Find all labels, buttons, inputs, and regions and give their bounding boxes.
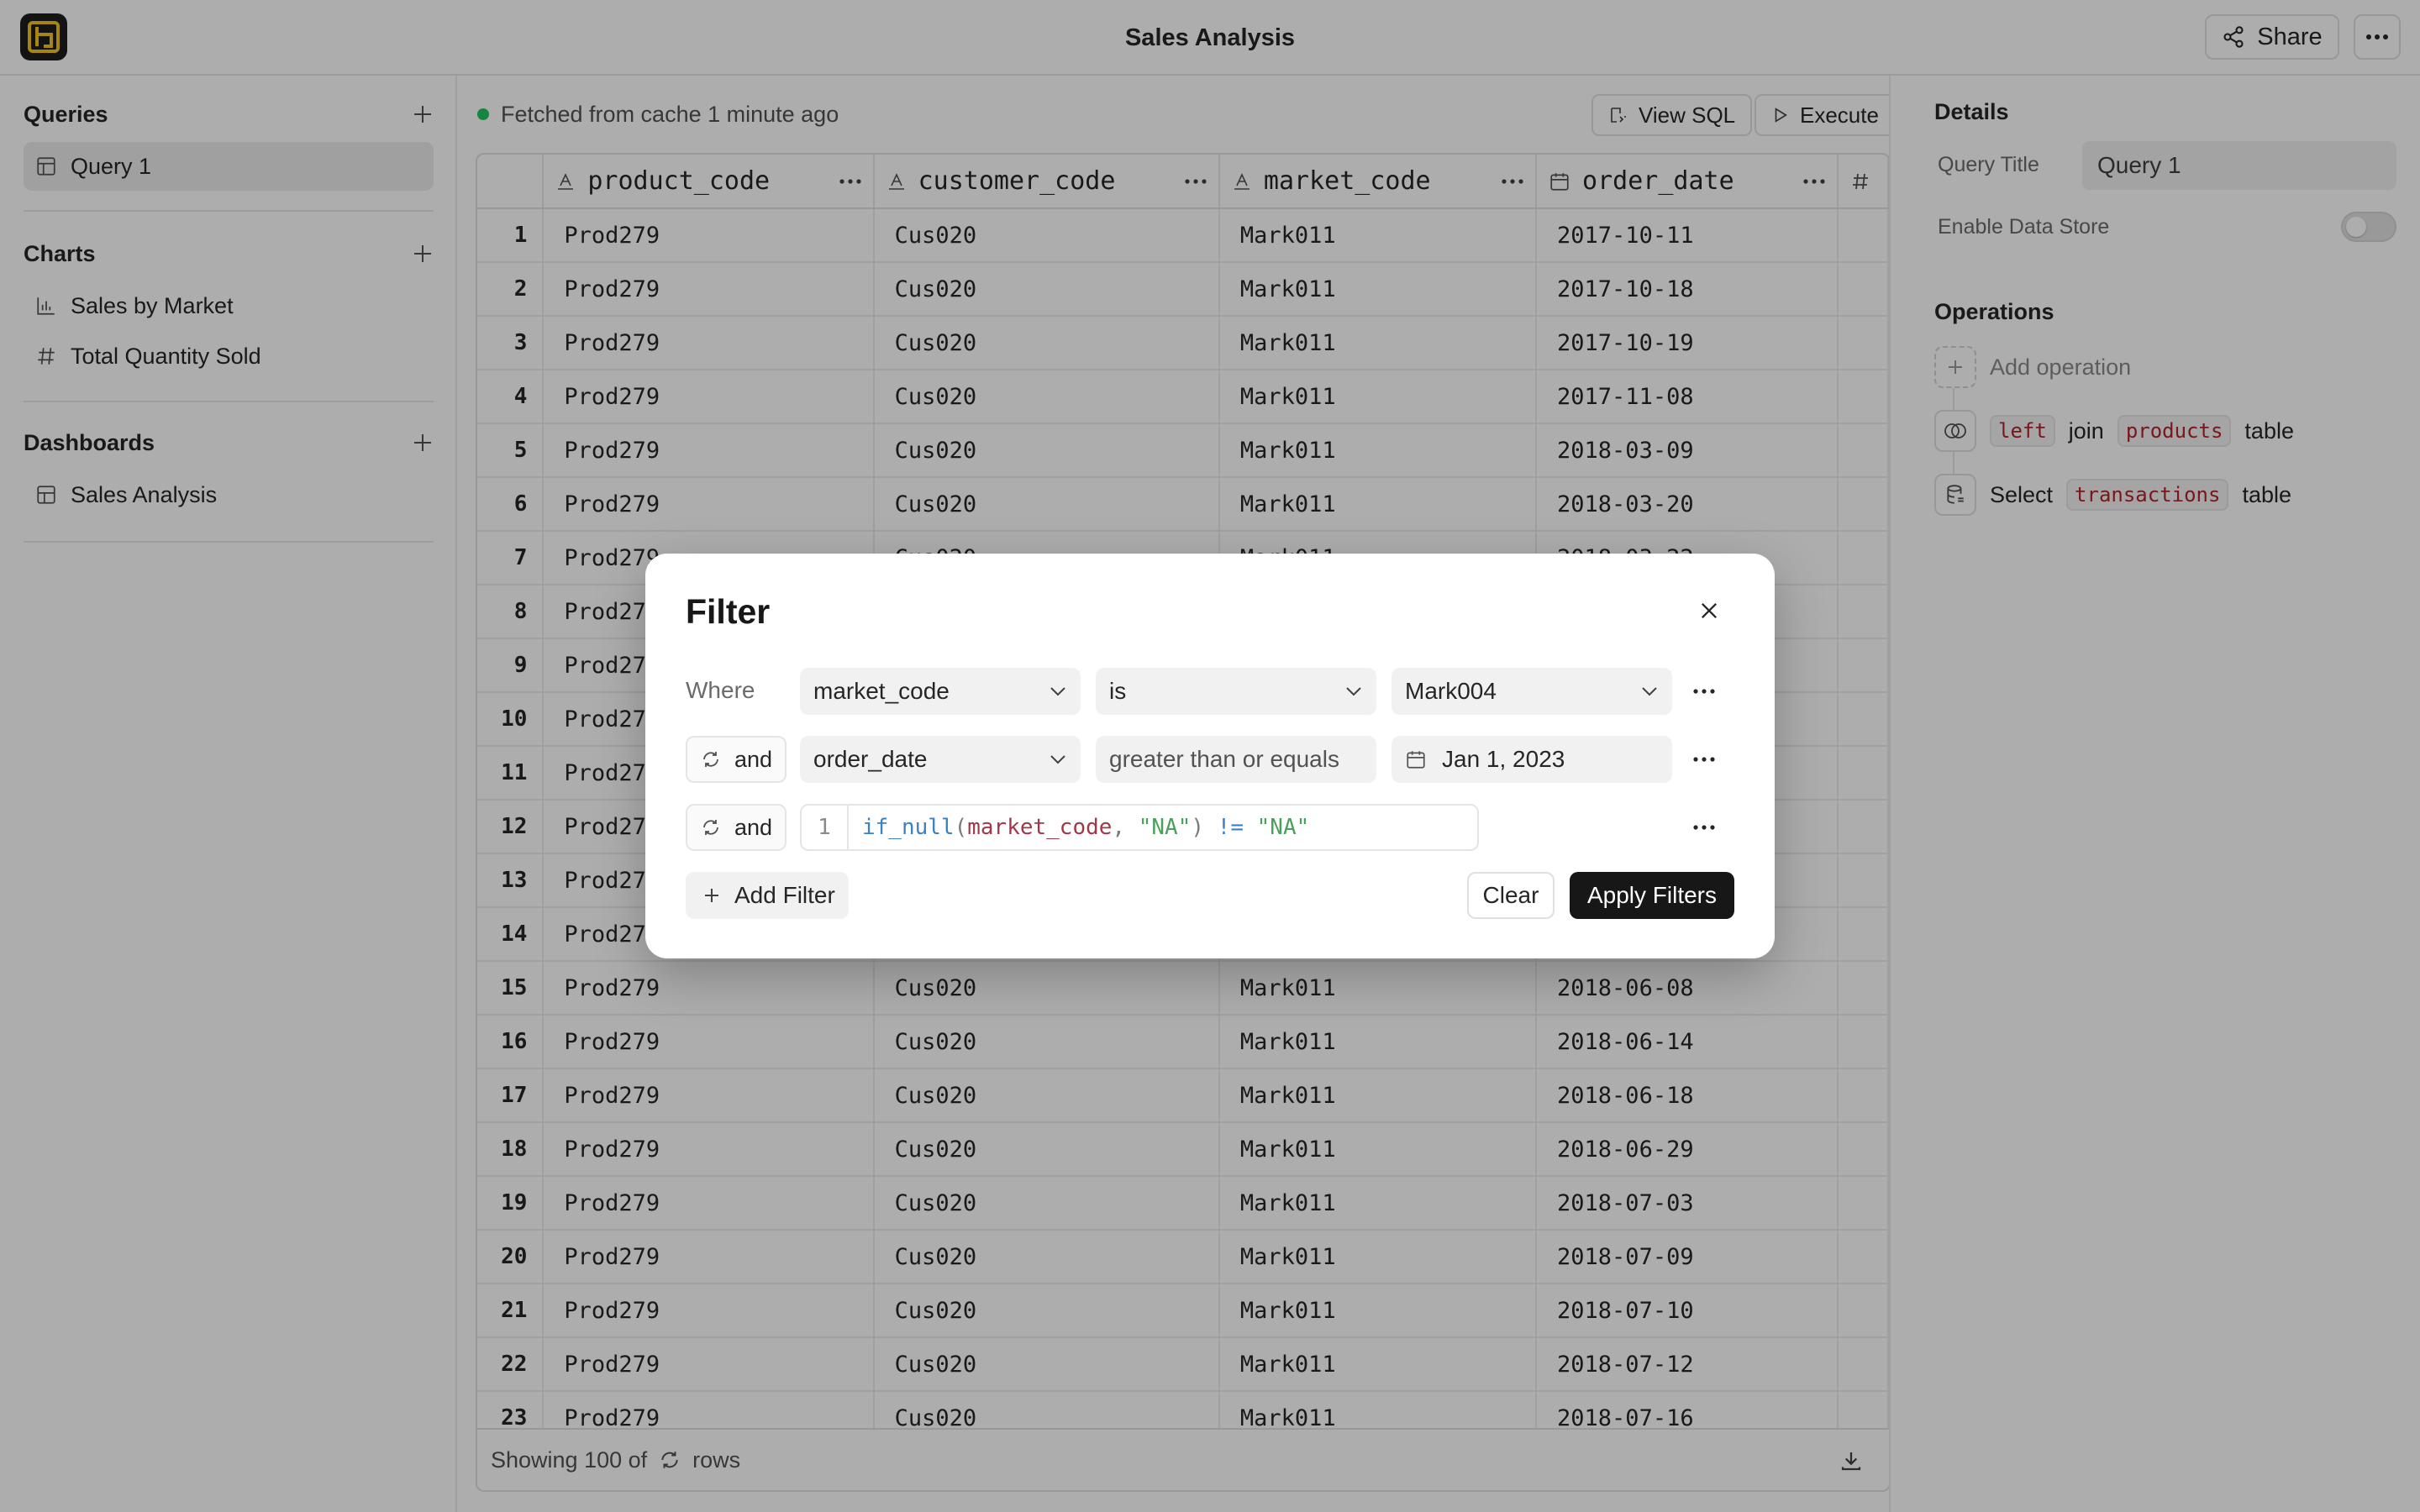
conjunction-label: and xyxy=(734,746,773,772)
select-value: order_date xyxy=(813,746,928,772)
expr-function: if_null xyxy=(862,815,955,840)
filter-3-expression-editor[interactable]: 1 if_null(market_code, "NA") != "NA" xyxy=(800,804,1479,851)
more-horizontal-icon xyxy=(1693,689,1715,694)
expr-argument: market_code xyxy=(967,815,1113,840)
conjunction-label: and xyxy=(734,814,773,840)
dialog-title: Filter xyxy=(686,592,771,631)
clear-button[interactable]: Clear xyxy=(1467,872,1555,919)
filter-1-value-select[interactable]: Mark004 xyxy=(1392,668,1672,715)
filter-dialog: Filter Where market_code is Mark004 and … xyxy=(645,554,1775,958)
chevron-down-icon xyxy=(1640,685,1659,697)
date-value: Jan 1, 2023 xyxy=(1442,746,1565,772)
filter-2-more-button[interactable] xyxy=(1684,739,1724,780)
more-horizontal-icon xyxy=(1693,757,1715,762)
plus-icon xyxy=(702,886,721,905)
close-icon xyxy=(1697,599,1721,622)
filter-1-more-button[interactable] xyxy=(1684,671,1724,711)
add-filter-label: Add Filter xyxy=(734,882,835,908)
filter-3-conjunction-toggle[interactable]: and xyxy=(686,804,786,851)
filter-2-conjunction-toggle[interactable]: and xyxy=(686,736,786,783)
where-label: Where xyxy=(686,677,755,703)
add-filter-button[interactable]: Add Filter xyxy=(686,872,849,919)
filter-2-operator-input[interactable]: greater than or equals xyxy=(1096,736,1376,783)
select-value: is xyxy=(1109,678,1127,704)
select-value: greater than or equals xyxy=(1109,746,1339,772)
swap-icon xyxy=(701,817,721,837)
expression-text: if_null(market_code, "NA") != "NA" xyxy=(862,815,1310,840)
swap-icon xyxy=(701,749,721,769)
chevron-down-icon xyxy=(1049,685,1067,697)
filter-2-date-picker[interactable]: Jan 1, 2023 xyxy=(1392,736,1672,783)
filter-1-operator-select[interactable]: is xyxy=(1096,668,1376,715)
line-number: 1 xyxy=(802,806,849,849)
chevron-down-icon xyxy=(1049,753,1067,765)
select-value: Mark004 xyxy=(1405,678,1497,704)
apply-filters-button[interactable]: Apply Filters xyxy=(1570,872,1734,919)
more-horizontal-icon xyxy=(1693,825,1715,830)
filter-3-more-button[interactable] xyxy=(1684,807,1724,848)
expr-operator: != xyxy=(1217,815,1244,840)
expr-string: "NA" xyxy=(1138,815,1192,840)
filter-2-column-select[interactable]: order_date xyxy=(800,736,1081,783)
chevron-down-icon xyxy=(1344,685,1363,697)
calendar-icon xyxy=(1405,748,1427,770)
close-button[interactable] xyxy=(1697,599,1721,622)
select-value: market_code xyxy=(813,678,950,704)
filter-1-column-select[interactable]: market_code xyxy=(800,668,1081,715)
expr-string: "NA" xyxy=(1256,815,1310,840)
